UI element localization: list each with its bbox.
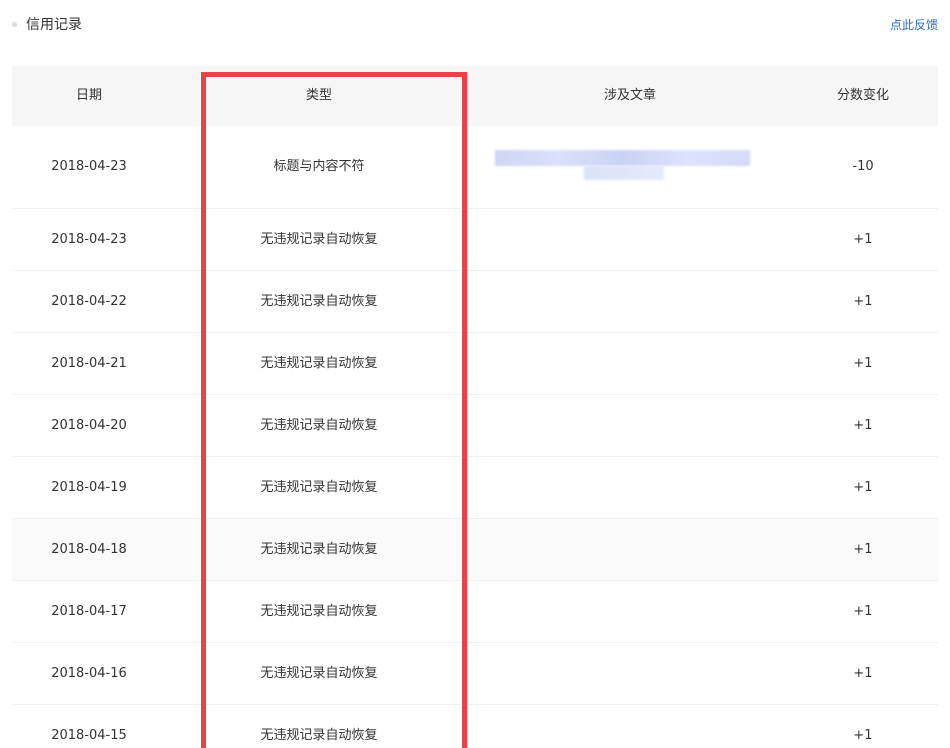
row-type: 无违规记录自动恢复 bbox=[260, 665, 378, 681]
table-row: 2018-04-20 无违规记录自动恢复 +1 bbox=[12, 395, 938, 457]
row-article bbox=[472, 271, 788, 332]
row-article bbox=[472, 209, 788, 270]
table-row: 2018-04-21 无违规记录自动恢复 +1 bbox=[12, 333, 938, 395]
column-header-score-change: 分数变化 bbox=[836, 88, 889, 103]
row-score-change: +1 bbox=[853, 727, 873, 743]
blurred-article-title bbox=[495, 150, 750, 166]
row-article-link[interactable] bbox=[472, 126, 788, 208]
credit-record-page: 信用记录 点此反馈 日期 类型 涉及文章 分数变化 2018-04-23 标题与… bbox=[0, 0, 950, 748]
row-article bbox=[472, 643, 788, 704]
row-score-change: -10 bbox=[852, 159, 874, 174]
row-date: 2018-04-15 bbox=[51, 727, 127, 743]
row-date: 2018-04-23 bbox=[51, 231, 127, 247]
row-type: 无违规记录自动恢复 bbox=[260, 541, 378, 557]
table-row: 2018-04-16 无违规记录自动恢复 +1 bbox=[12, 643, 938, 705]
row-date: 2018-04-19 bbox=[51, 479, 127, 495]
row-score-change: +1 bbox=[853, 355, 873, 371]
table-row: 2018-04-17 无违规记录自动恢复 +1 bbox=[12, 581, 938, 643]
column-header-article: 涉及文章 bbox=[472, 66, 788, 126]
row-date: 2018-04-21 bbox=[51, 355, 127, 371]
row-type: 无违规记录自动恢复 bbox=[260, 603, 378, 619]
column-header-article-label: 涉及文章 bbox=[603, 88, 656, 103]
row-date: 2018-04-17 bbox=[51, 603, 127, 619]
row-date: 2018-04-23 bbox=[51, 159, 127, 174]
row-score-change: +1 bbox=[853, 479, 873, 495]
feedback-link[interactable]: 点此反馈 bbox=[890, 17, 938, 33]
row-score-change: +1 bbox=[853, 231, 873, 247]
row-date: 2018-04-16 bbox=[51, 665, 127, 681]
row-article bbox=[472, 581, 788, 642]
table-row: 2018-04-18 无违规记录自动恢复 +1 bbox=[12, 519, 938, 581]
row-score-change: +1 bbox=[853, 417, 873, 433]
row-type: 无违规记录自动恢复 bbox=[260, 417, 378, 433]
column-header-type: 类型 bbox=[305, 88, 332, 103]
row-article bbox=[472, 333, 788, 394]
row-type: 标题与内容不符 bbox=[273, 159, 365, 174]
row-date: 2018-04-22 bbox=[51, 293, 127, 309]
page-title: 信用记录 bbox=[26, 17, 82, 33]
row-article bbox=[472, 705, 788, 748]
row-type: 无违规记录自动恢复 bbox=[260, 727, 378, 743]
page-header: 信用记录 点此反馈 bbox=[0, 0, 950, 52]
row-score-change: +1 bbox=[853, 541, 873, 557]
row-score-change: +1 bbox=[853, 665, 873, 681]
table-row: 2018-04-23 无违规记录自动恢复 +1 bbox=[12, 209, 938, 271]
blurred-article-title-line2 bbox=[584, 166, 664, 180]
row-type: 无违规记录自动恢复 bbox=[260, 479, 378, 495]
table-header-row: 日期 类型 涉及文章 分数变化 bbox=[12, 66, 938, 126]
row-article bbox=[472, 395, 788, 456]
table-row: 2018-04-19 无违规记录自动恢复 +1 bbox=[12, 457, 938, 519]
row-type: 无违规记录自动恢复 bbox=[260, 231, 378, 247]
row-date: 2018-04-20 bbox=[51, 417, 127, 433]
row-score-change: +1 bbox=[853, 293, 873, 309]
table-row: 2018-04-23 标题与内容不符 -10 bbox=[12, 126, 938, 209]
row-score-change: +1 bbox=[853, 603, 873, 619]
credit-record-table: 日期 类型 涉及文章 分数变化 2018-04-23 标题与内容不符 -10 2… bbox=[12, 66, 938, 748]
table-row: 2018-04-22 无违规记录自动恢复 +1 bbox=[12, 271, 938, 333]
row-type: 无违规记录自动恢复 bbox=[260, 293, 378, 309]
table-row: 2018-04-15 无违规记录自动恢复 +1 bbox=[12, 705, 938, 748]
row-article bbox=[472, 457, 788, 518]
title-bullet-icon bbox=[12, 22, 17, 27]
row-article bbox=[472, 519, 788, 580]
column-header-date: 日期 bbox=[75, 88, 102, 103]
row-date: 2018-04-18 bbox=[51, 541, 127, 557]
row-type: 无违规记录自动恢复 bbox=[260, 355, 378, 371]
